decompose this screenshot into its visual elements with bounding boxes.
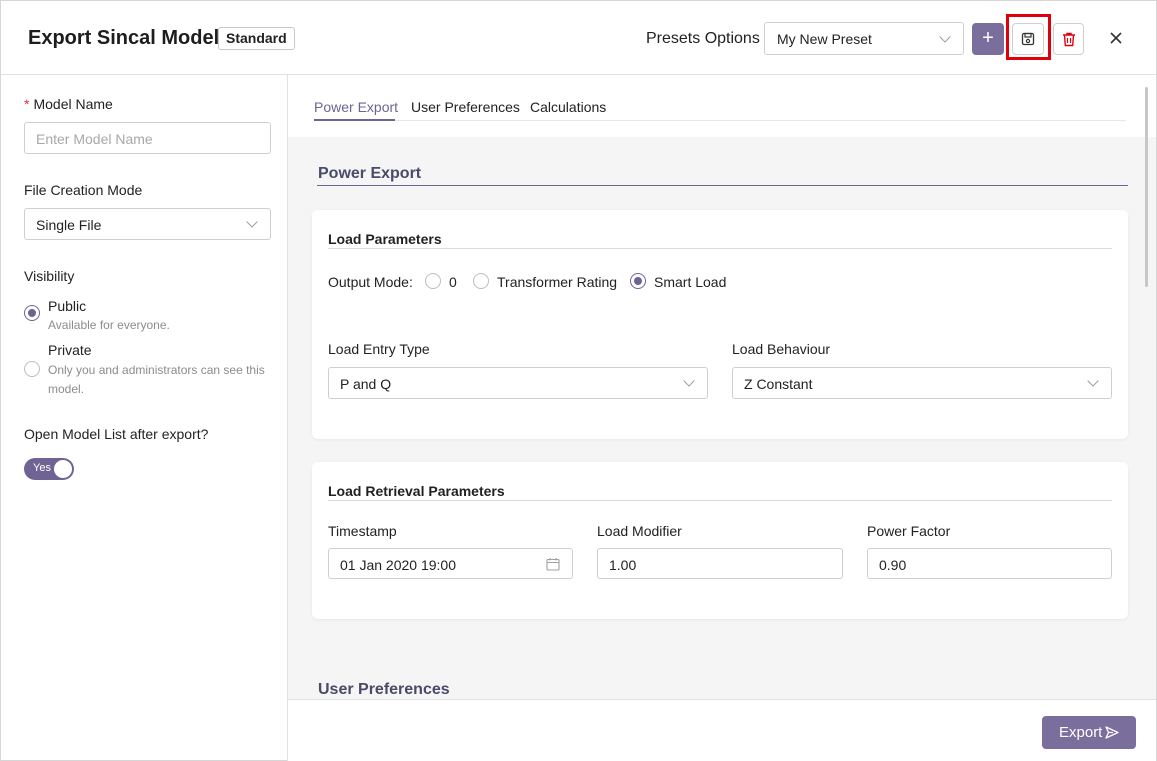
card-divider — [328, 248, 1112, 249]
add-preset-button[interactable]: + — [972, 23, 1004, 55]
tab-calculations[interactable]: Calculations — [530, 99, 606, 115]
visibility-public-radio[interactable] — [24, 305, 40, 321]
preset-select-value: My New Preset — [777, 31, 872, 47]
output-mode-0-label: 0 — [449, 274, 457, 290]
tab-user-preferences[interactable]: User Preferences — [411, 99, 520, 115]
timestamp-label: Timestamp — [328, 523, 397, 539]
delete-preset-button[interactable] — [1053, 23, 1084, 55]
power-export-section-title: Power Export — [318, 165, 422, 182]
required-marker: * — [24, 96, 30, 112]
tabs-bar: Power Export User Preferences Calculatio… — [288, 75, 1156, 137]
load-entry-type-value: P and Q — [340, 376, 392, 392]
save-icon — [1021, 32, 1035, 46]
chevron-down-icon — [939, 31, 951, 43]
file-mode-value: Single File — [36, 217, 102, 233]
model-name-placeholder: Enter Model Name — [36, 131, 153, 147]
model-name-input[interactable]: Enter Model Name — [24, 122, 271, 154]
tab-power-export[interactable]: Power Export — [314, 99, 398, 115]
tabs-divider — [314, 120, 1126, 121]
output-mode-smart-load-radio[interactable] — [630, 273, 646, 289]
output-mode-label: Output Mode: — [328, 274, 413, 290]
toggle-label: Yes — [33, 462, 51, 474]
load-parameters-card: Load Parameters Output Mode: 0 Transform… — [312, 210, 1128, 439]
dialog-footer: Export — [288, 699, 1156, 761]
load-entry-type-select[interactable]: P and Q — [328, 367, 708, 399]
active-tab-indicator — [314, 119, 395, 121]
toggle-knob — [54, 460, 72, 478]
load-retrieval-card: Load Retrieval Parameters Timestamp 01 J… — [312, 462, 1128, 619]
power-factor-input[interactable]: 0.90 — [867, 548, 1112, 579]
visibility-public-desc: Available for everyone. — [48, 318, 170, 332]
output-mode-transformer-radio[interactable] — [473, 273, 489, 289]
close-button[interactable] — [1105, 27, 1127, 49]
dialog-title: Export Sincal Model — [28, 27, 220, 49]
visibility-private-desc: Only you and administrators can see this — [48, 363, 265, 377]
model-name-label: * Model Name — [24, 96, 113, 112]
file-mode-select[interactable]: Single File — [24, 208, 271, 240]
open-list-toggle[interactable]: Yes — [24, 458, 74, 480]
output-mode-smart-load-label: Smart Load — [654, 274, 727, 290]
section-divider — [317, 185, 1128, 186]
power-factor-value: 0.90 — [879, 557, 907, 573]
save-preset-button[interactable] — [1012, 23, 1044, 55]
load-retrieval-title: Load Retrieval Parameters — [328, 483, 505, 499]
export-button[interactable]: Export — [1042, 716, 1136, 749]
timestamp-input[interactable]: 01 Jan 2020 19:00 — [328, 548, 573, 579]
scrollbar[interactable] — [1145, 87, 1148, 287]
load-entry-type-label: Load Entry Type — [328, 341, 430, 357]
send-icon — [1105, 726, 1119, 739]
load-parameters-title: Load Parameters — [328, 231, 442, 247]
load-behaviour-value: Z Constant — [744, 376, 813, 392]
visibility-private-label: Private — [48, 342, 92, 358]
load-modifier-label: Load Modifier — [597, 523, 682, 539]
preset-select[interactable]: My New Preset — [764, 22, 964, 55]
visibility-public-label: Public — [48, 298, 87, 314]
chevron-down-icon — [683, 375, 695, 387]
visibility-private-radio[interactable] — [24, 361, 40, 377]
right-panel: Power Export User Preferences Calculatio… — [288, 75, 1156, 699]
load-behaviour-select[interactable]: Z Constant — [732, 367, 1112, 399]
dialog-header: Export Sincal Model Standard Presets Opt… — [1, 1, 1156, 75]
open-list-label: Open Model List after export? — [24, 426, 209, 442]
output-mode-0-radio[interactable] — [425, 273, 441, 289]
visibility-private-desc-cont: model. — [48, 382, 85, 396]
close-icon — [1110, 32, 1122, 44]
timestamp-value: 01 Jan 2020 19:00 — [340, 557, 456, 573]
chevron-down-icon — [246, 216, 258, 228]
load-modifier-value: 1.00 — [609, 557, 637, 573]
plan-badge: Standard — [218, 27, 295, 50]
load-modifier-input[interactable]: 1.00 — [597, 548, 843, 579]
visibility-label: Visibility — [24, 268, 75, 284]
trash-icon — [1063, 32, 1075, 47]
file-mode-label: File Creation Mode — [24, 182, 143, 198]
calendar-icon[interactable] — [546, 557, 560, 571]
load-behaviour-label: Load Behaviour — [732, 341, 831, 357]
export-dialog: Export Sincal Model Standard Presets Opt… — [0, 0, 1157, 761]
export-label: Export — [1059, 724, 1103, 741]
plus-icon: + — [982, 27, 994, 49]
left-panel: * Model Name Enter Model Name File Creati… — [1, 75, 288, 761]
presets-label: Presets Options — [646, 30, 760, 47]
card-divider — [328, 500, 1112, 501]
output-mode-transformer-label: Transformer Rating — [497, 274, 618, 290]
power-factor-label: Power Factor — [867, 523, 951, 539]
user-preferences-section-title: User Preferences — [318, 681, 450, 698]
chevron-down-icon — [1087, 375, 1099, 387]
